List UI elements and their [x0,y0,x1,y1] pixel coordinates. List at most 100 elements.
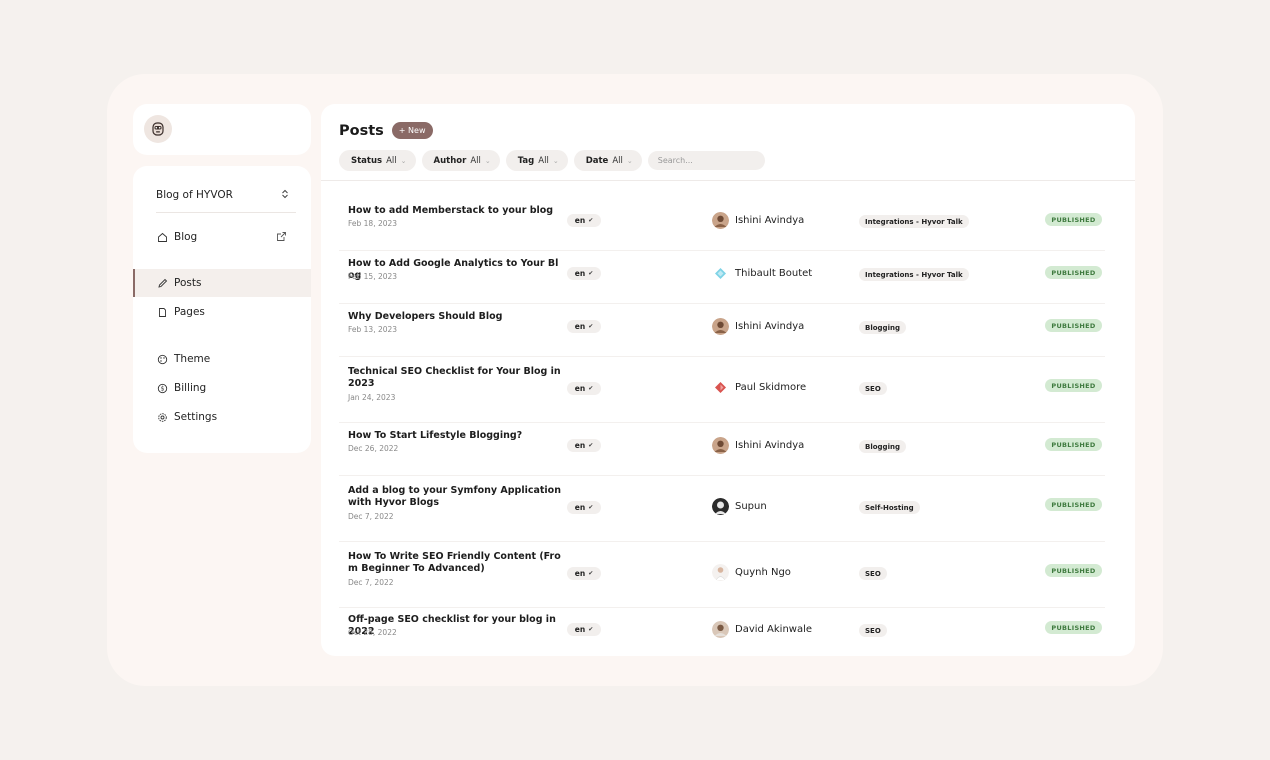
date-filter[interactable]: Date All ⌄ [573,150,642,171]
check-icon: ✔ [588,626,594,633]
tag-badge[interactable]: SEO [859,382,887,395]
language-badge[interactable]: en ✔ [567,382,601,395]
new-post-button[interactable]: + New [391,122,433,139]
post-title[interactable]: Why Developers Should Blog [348,311,564,323]
language-badge[interactable]: en ✔ [567,501,601,514]
author-filter[interactable]: Author All ⌄ [421,150,500,171]
status-badge: PUBLISHED [1045,213,1102,226]
posts-panel: Posts + New Status All ⌄ Author All ⌄ Ta… [321,104,1135,656]
post-title[interactable]: How To Write SEO Friendly Content (From … [348,551,564,575]
check-icon: ✔ [588,385,594,392]
filter-value: All [538,155,549,166]
tag-badge[interactable]: Integrations - Hyvor Talk [859,215,969,228]
language-badge[interactable]: en ✔ [567,439,601,452]
tag-badge[interactable]: SEO [859,567,887,580]
language-code: en [574,384,586,393]
author-name: Ishini Avindya [735,321,805,332]
language-badge[interactable]: en ✔ [567,214,601,227]
post-author: Thibault Boutet [712,265,812,282]
post-date: Dec 26, 2022 [348,444,399,453]
filter-value: All [386,155,397,166]
avatar [712,621,729,638]
tag-badge[interactable]: Self-Hosting [859,501,920,514]
robot-logo-icon [152,122,164,136]
post-author: Ishini Avindya [712,212,804,229]
avatar [712,564,729,581]
status-badge: PUBLISHED [1045,319,1102,332]
chevron-down-icon: ⌄ [552,156,559,165]
sidebar-item-label: Blog [174,231,198,243]
search-input[interactable] [647,151,765,170]
chevron-down-icon: ⌄ [484,156,491,165]
file-icon [156,306,168,318]
post-author: Ishini Avindya [712,318,804,335]
check-icon: ✔ [588,323,594,330]
post-row[interactable]: Add a blog to your Symfony Application w… [321,476,1135,542]
sidebar-item-label: Pages [174,306,205,318]
avatar [712,265,729,282]
chevron-down-icon: ⌄ [626,156,633,165]
blog-selector[interactable]: Blog of HYVOR [156,183,289,207]
status-badge: PUBLISHED [1045,564,1102,577]
app-frame: Blog of HYVOR Blog Posts Pages Theme $ B… [107,74,1163,686]
language-code: en [574,441,586,450]
palette-icon [156,353,168,365]
author-name: Ishini Avindya [735,215,805,226]
post-date: Feb 18, 2023 [348,219,398,228]
external-link-icon[interactable] [276,231,287,242]
tag-badge[interactable]: Integrations - Hyvor Talk [859,268,969,281]
tag-badge[interactable]: Blogging [859,440,906,453]
language-code: en [574,625,586,634]
check-icon: ✔ [588,504,594,511]
tag-filter[interactable]: Tag All ⌄ [505,150,568,171]
post-row[interactable]: Why Developers Should Blog Feb 13, 2023 … [321,304,1135,357]
sidebar-item-settings[interactable]: Settings [133,403,311,431]
post-title[interactable]: How to add Memberstack to your blog [348,205,564,217]
sidebar-item-pages[interactable]: Pages [133,298,311,326]
avatar [712,318,729,335]
sidebar-item-theme[interactable]: Theme [133,345,311,373]
sidebar-item-label: Posts [174,277,202,289]
avatar [712,498,729,515]
status-badge: PUBLISHED [1045,498,1102,511]
post-title[interactable]: Technical SEO Checklist for Your Blog in… [348,366,564,390]
sidebar-item-label: Settings [174,411,218,423]
author-name: Paul Skidmore [735,382,807,393]
language-badge[interactable]: en ✔ [567,267,601,280]
post-date: Oct 28, 2022 [348,628,397,637]
hyvor-logo[interactable] [144,115,172,143]
sidebar-item-posts[interactable]: Posts [133,269,311,297]
post-author: Quynh Ngo [712,564,791,581]
language-badge[interactable]: en ✔ [567,623,601,636]
check-icon: ✔ [588,570,594,577]
filter-bar: Status All ⌄ Author All ⌄ Tag All ⌄ Date… [339,150,765,171]
post-row[interactable]: How To Start Lifestyle Blogging? Dec 26,… [321,423,1135,476]
check-icon: ✔ [588,442,594,449]
check-icon: ✔ [588,217,594,224]
language-badge[interactable]: en ✔ [567,567,601,580]
status-filter[interactable]: Status All ⌄ [339,150,416,171]
post-author: Supun [712,498,767,515]
post-row[interactable]: Technical SEO Checklist for Your Blog in… [321,357,1135,423]
avatar [712,437,729,454]
post-title[interactable]: Add a blog to your Symfony Application w… [348,485,564,509]
sidebar-item-blog[interactable]: Blog [133,223,311,251]
post-row[interactable]: How to add Memberstack to your blog Feb … [321,198,1135,251]
language-badge[interactable]: en ✔ [567,320,601,333]
post-date: Jan 24, 2023 [348,393,396,402]
tag-badge[interactable]: SEO [859,624,887,637]
filter-label: Date [585,155,609,166]
filter-label: Author [433,155,467,166]
language-code: en [574,269,586,278]
post-row[interactable]: How To Write SEO Friendly Content (From … [321,542,1135,608]
post-row[interactable]: Off-page SEO checklist for your blog in … [321,608,1135,656]
page-title: Posts [339,122,384,139]
sidebar-item-billing[interactable]: $ Billing [133,374,311,402]
nav-divider [156,212,296,213]
author-name: Quynh Ngo [735,567,791,578]
sidebar-nav: Blog of HYVOR Blog Posts Pages Theme $ B… [133,166,311,453]
post-row[interactable]: How to Add Google Analytics to Your Blog… [321,251,1135,304]
svg-text:$: $ [160,385,164,392]
post-title[interactable]: How To Start Lifestyle Blogging? [348,430,564,442]
tag-badge[interactable]: Blogging [859,321,906,334]
